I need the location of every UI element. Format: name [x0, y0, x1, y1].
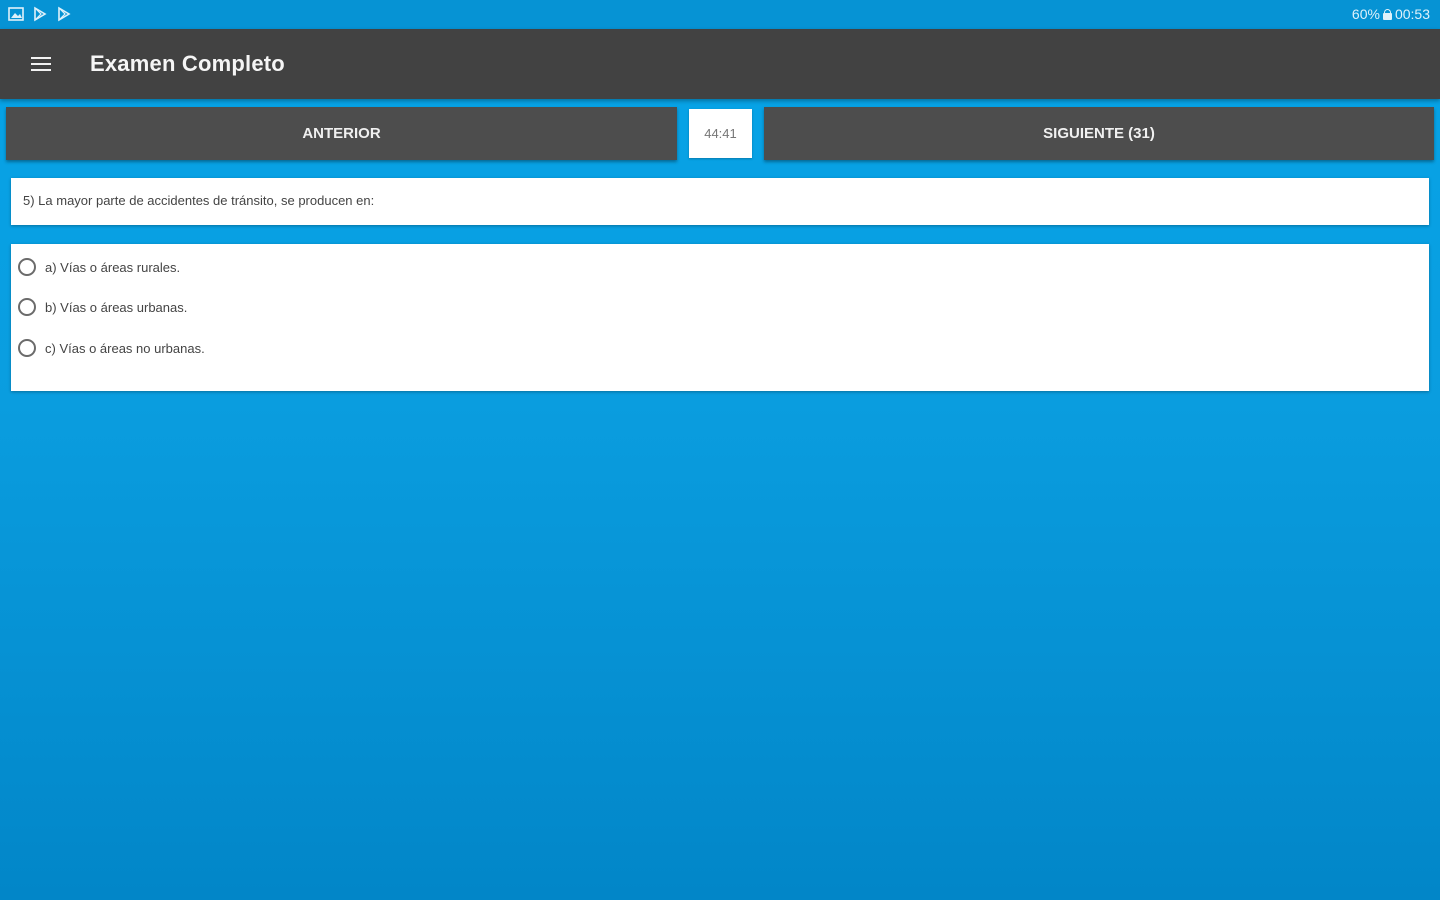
answer-options: a) Vías o áreas rurales. b) Vías o áreas…	[11, 244, 1429, 391]
app-bar: Examen Completo	[0, 29, 1440, 99]
radio-button[interactable]	[18, 339, 36, 357]
status-bar: 60% 00:53	[0, 0, 1440, 29]
menu-button[interactable]	[22, 45, 60, 83]
option-label: b) Vías o áreas urbanas.	[45, 299, 188, 315]
page-title: Examen Completo	[90, 51, 285, 76]
status-system: 60% 00:53	[1352, 6, 1430, 22]
option-b[interactable]: b) Vías o áreas urbanas.	[18, 295, 187, 319]
radio-button[interactable]	[18, 298, 36, 316]
option-label: c) Vías o áreas no urbanas.	[45, 340, 205, 356]
question-card: 5) La mayor parte de accidentes de tráns…	[11, 178, 1429, 225]
radio-button[interactable]	[18, 258, 36, 276]
option-a[interactable]: a) Vías o áreas rurales.	[18, 255, 180, 279]
clock: 00:53	[1394, 6, 1430, 22]
play-store-icon	[58, 6, 71, 22]
countdown-timer: 44:41	[689, 109, 752, 158]
next-button[interactable]: SIGUIENTE (31)	[764, 107, 1434, 160]
option-c[interactable]: c) Vías o áreas no urbanas.	[18, 336, 205, 360]
option-label: a) Vías o áreas rurales.	[45, 259, 181, 275]
question-text: 5) La mayor parte de accidentes de tráns…	[23, 193, 375, 208]
hamburger-menu-icon	[31, 57, 51, 71]
play-store-icon	[34, 6, 47, 22]
battery-level: 60%	[1351, 6, 1380, 22]
previous-button[interactable]: ANTERIOR	[6, 107, 677, 160]
gallery-icon	[8, 7, 24, 21]
status-notifications	[8, 6, 72, 22]
battery-icon	[1382, 8, 1392, 20]
